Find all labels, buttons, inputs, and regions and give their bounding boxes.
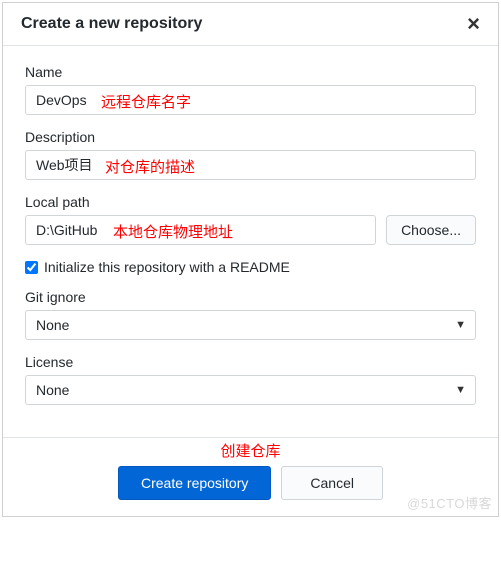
cancel-button[interactable]: Cancel <box>281 466 383 500</box>
choose-button[interactable]: Choose... <box>386 215 476 245</box>
init-readme-label: Initialize this repository with a README <box>44 259 290 275</box>
init-readme-row: Initialize this repository with a README <box>25 259 476 275</box>
watermark: @51CTO博客 <box>407 493 492 512</box>
modal-body: Name 远程仓库名字 Description 对仓库的描述 Local pat… <box>3 46 498 429</box>
footer-annotation: 创建仓库 <box>220 440 280 461</box>
license-select[interactable]: None <box>25 375 476 405</box>
description-field: Description 对仓库的描述 <box>25 129 476 180</box>
modal-footer: 创建仓库 Create repository Cancel @51CTO博客 <box>3 437 498 516</box>
modal-header: Create a new repository × <box>3 3 498 46</box>
local-path-field: Local path 本地仓库物理地址 Choose... <box>25 194 476 245</box>
init-readme-checkbox[interactable] <box>25 261 38 274</box>
local-path-label: Local path <box>25 194 476 210</box>
modal-title: Create a new repository <box>21 15 202 33</box>
create-repository-modal: Create a new repository × Name 远程仓库名字 De… <box>2 2 499 517</box>
git-ignore-field: Git ignore None ▼ <box>25 289 476 340</box>
name-label: Name <box>25 64 476 80</box>
name-field: Name 远程仓库名字 <box>25 64 476 115</box>
create-repository-button[interactable]: Create repository <box>118 466 271 500</box>
name-input[interactable] <box>25 85 476 115</box>
local-path-input[interactable] <box>25 215 376 245</box>
close-icon[interactable]: × <box>467 13 480 35</box>
license-label: License <box>25 354 476 370</box>
description-label: Description <box>25 129 476 145</box>
git-ignore-label: Git ignore <box>25 289 476 305</box>
description-input[interactable] <box>25 150 476 180</box>
license-field: License None ▼ <box>25 354 476 405</box>
git-ignore-select[interactable]: None <box>25 310 476 340</box>
